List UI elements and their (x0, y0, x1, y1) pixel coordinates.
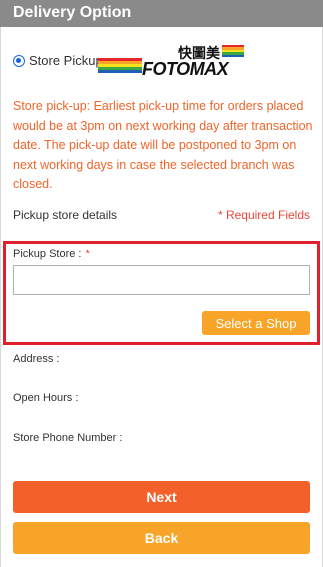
store-pickup-label[interactable]: Store Pickup (29, 53, 103, 68)
required-fields-note: * Required Fields (217, 208, 310, 222)
next-button[interactable]: Next (13, 481, 310, 513)
store-pickup-radio[interactable] (13, 55, 25, 67)
store-phone-label: Store Phone Number : (13, 432, 123, 444)
pickup-notice: Store pick-up: Earliest pick-up time for… (13, 99, 313, 191)
logo-stripes-right (222, 45, 244, 57)
back-button[interactable]: Back (13, 522, 310, 554)
header-title: Delivery Option (13, 4, 132, 21)
pickup-section-title: Pickup store details (13, 208, 118, 222)
select-shop-button[interactable]: Select a Shop (202, 311, 310, 335)
pickup-store-label: Pickup Store : * (13, 248, 90, 260)
pickup-store-label-text: Pickup Store : (13, 248, 82, 260)
open-hours-label: Open Hours : (13, 392, 79, 404)
logo-english-text: FOTOMAX (142, 59, 229, 79)
delivery-option-header: Delivery Option (0, 0, 323, 27)
address-label: Address : (13, 353, 60, 365)
logo-stripes-left (98, 58, 142, 73)
fotomax-logo: 快圖美 FOTOMAX (98, 44, 246, 80)
required-star: * (85, 248, 90, 260)
pickup-store-input[interactable] (13, 265, 310, 295)
